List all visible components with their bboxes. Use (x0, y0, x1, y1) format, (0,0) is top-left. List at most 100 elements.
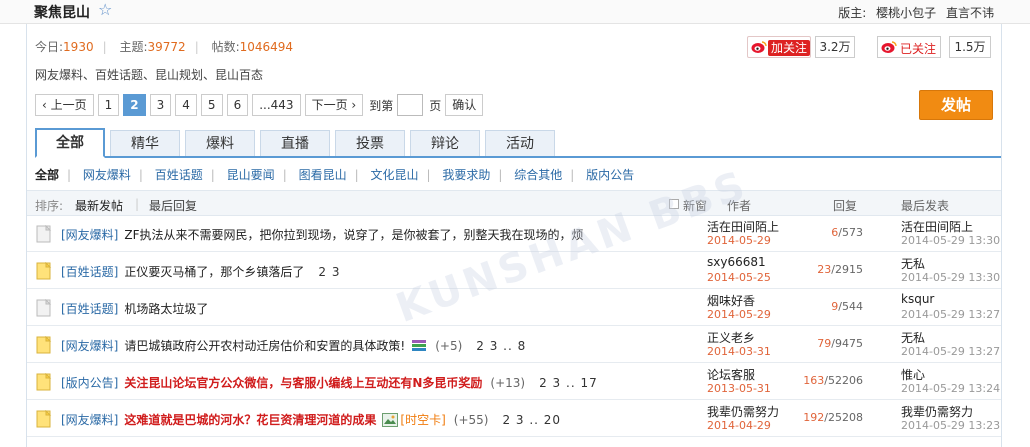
books-icon (411, 339, 427, 353)
prev-page-button[interactable]: ‹ 上一页 (35, 94, 94, 116)
thread-author[interactable]: 烟味好香 (707, 292, 755, 309)
tab-vote[interactable]: 投票 (335, 130, 405, 156)
last-poster[interactable]: ksqur (901, 292, 934, 306)
thread-row[interactable]: [百姓话题] 正仪要灭马桶了，那个乡镇落后了 2 3 sxy66681 2014-05-… (27, 253, 1001, 289)
filter-photos[interactable]: 图看昆山 (299, 168, 347, 182)
replies-column-header: 回复 (833, 199, 858, 213)
thread-row[interactable]: [网友爆料] ZF执法从来不需要网民，把你拉到现场，说穿了，是你被套了，别整天我在… (27, 216, 1001, 252)
last-post-time: 2014-05-29 13:30 (901, 271, 1001, 284)
view-count: 9475 (835, 337, 863, 350)
thread-title[interactable]: 机场路太垃圾了 (124, 302, 208, 316)
last-poster[interactable]: 无私 (901, 329, 925, 346)
forum-stats: 今日:1930 | 主题:39772 | 帖数:1046494 (35, 40, 294, 54)
filter-news[interactable]: 昆山要闻 (227, 168, 275, 182)
thread-author[interactable]: 正义老乡 (707, 329, 755, 346)
page-unit-label: 页 (429, 98, 442, 113)
thread-category[interactable]: [百姓话题] (61, 302, 118, 316)
filter-netizen-reports[interactable]: 网友爆料 (83, 168, 131, 182)
view-count: 544 (842, 300, 863, 313)
followed-label: 已关注 (900, 42, 937, 56)
last-post-time: 2014-05-29 13:27 (901, 345, 1001, 358)
next-page-button[interactable]: 下一页 › (304, 94, 364, 116)
thread-title[interactable]: 这难道就是巴城的河水？花巨资清理河道的成果 (124, 413, 376, 427)
thread-tabs: 全部 精华 爆料 直播 投票 辩论 活动 (35, 128, 1001, 158)
follow-button[interactable]: 加关注 (747, 36, 811, 58)
moderator-link[interactable]: 樱桃小包子 (876, 6, 936, 20)
page-link-4[interactable]: 4 (175, 94, 197, 116)
tab-featured[interactable]: 精华 (110, 130, 180, 156)
tab-all[interactable]: 全部 (35, 128, 105, 158)
last-poster[interactable]: 活在田间陌上 (901, 218, 973, 235)
star-icon[interactable]: ☆ (98, 0, 112, 19)
follow-count: 3.2万 (815, 36, 855, 58)
moderator-link[interactable]: 直言不讳 (946, 6, 994, 20)
thread-category[interactable]: [百姓话题] (61, 265, 118, 279)
thread-title[interactable]: 关注昆山论坛官方公众微信，与客服小编线上互动还有N多昆币奖励 (124, 376, 482, 390)
thread-row[interactable]: [百姓话题] 机场路太垃圾了 烟味好香 2014-05-29 9/544 ksqur 201… (27, 290, 1001, 326)
time-card-tag[interactable]: [时空卡] (400, 413, 445, 427)
page-link-last[interactable]: ...443 (252, 94, 301, 116)
thread-row[interactable]: [网友爆料] 这难道就是巴城的河水？花巨资清理河道的成果 [时空卡] (+55) 2 3… (27, 401, 1001, 437)
tab-activity[interactable]: 活动 (485, 130, 555, 156)
forum-body: 今日:1930 | 主题:39772 | 帖数:1046494 网友爆料、百姓话题、… (26, 24, 1002, 447)
thread-row[interactable]: [版内公告] 关注昆山论坛官方公众微信，与客服小编线上互动还有N多昆币奖励 (+13… (27, 364, 1001, 400)
last-post-time: 2014-05-29 13:24 (901, 382, 1001, 395)
thread-pages[interactable]: 2 3 .. 8 (476, 339, 526, 353)
thread-title-block: [百姓话题] 正仪要灭马桶了，那个乡镇落后了 2 3 (61, 263, 340, 280)
reply-view-count: 163/52206 (803, 374, 863, 387)
pagination: ‹ 上一页 1 2 3 4 5 6 ...443 下一页 › 到第 页 确认 (35, 94, 487, 116)
tab-debate[interactable]: 辩论 (410, 130, 480, 156)
thread-title-block: [版内公告] 关注昆山论坛官方公众微信，与客服小编线上互动还有N多昆币奖励 (+13… (61, 374, 598, 391)
sort-newest[interactable]: 最新发帖 (75, 197, 123, 214)
tab-live[interactable]: 直播 (260, 130, 330, 156)
filter-public-topics[interactable]: 百姓话题 (155, 168, 203, 182)
thread-category[interactable]: [网友爆料] (61, 339, 118, 353)
new-window-checkbox[interactable] (669, 199, 679, 209)
thread-author[interactable]: 活在田间陌上 (707, 218, 779, 235)
topics-label: 主题: (119, 40, 148, 54)
thread-pages[interactable]: 2 3 .. 17 (539, 376, 598, 390)
sort-bar: 排序: 最新发帖 | 最后回复 新窗 作者 回复 最后发表 (27, 190, 1001, 216)
thread-title[interactable]: 正仪要灭马桶了，那个乡镇落后了 (124, 265, 304, 279)
thread-author[interactable]: 论坛客服 (707, 366, 755, 383)
filter-help[interactable]: 我要求助 (442, 168, 490, 182)
filter-culture[interactable]: 文化昆山 (370, 168, 418, 182)
last-poster[interactable]: 惟心 (901, 366, 925, 383)
thread-pages[interactable]: 2 3 (318, 265, 340, 279)
page-number-input[interactable] (397, 94, 424, 116)
thread-title[interactable]: 请巴城镇政府公开农村动迁房估价和安置的具体政策! (124, 339, 405, 353)
thread-pages[interactable]: 2 3 .. 20 (502, 413, 561, 427)
filter-all[interactable]: 全部 (35, 168, 59, 182)
page-link-current[interactable]: 2 (123, 94, 146, 116)
thread-category[interactable]: [版内公告] (61, 376, 118, 390)
reply-view-count: 192/25208 (803, 411, 863, 424)
thread-author[interactable]: 我辈仍需努力 (707, 403, 779, 420)
sort-last-reply[interactable]: 最后回复 (149, 197, 197, 214)
filter-other[interactable]: 综合其他 (514, 168, 562, 182)
prev-page-label: 上一页 (50, 98, 87, 112)
last-poster[interactable]: 无私 (901, 255, 925, 272)
page-link-5[interactable]: 5 (200, 94, 223, 116)
thread-row[interactable]: [网友爆料] 请巴城镇政府公开农村动迁房估价和安置的具体政策! (+5) 2 3 ..… (27, 327, 1001, 363)
thread-icon (35, 224, 53, 243)
thread-title[interactable]: ZF执法从来不需要网民，把你拉到现场，说穿了，是你被套了，别整天我在现场的，烦 (124, 228, 583, 242)
thread-date: 2014-05-29 (707, 308, 771, 321)
last-poster[interactable]: 我辈仍需努力 (901, 403, 973, 420)
followed-button[interactable]: 已关注 (877, 36, 941, 58)
filter-announcements[interactable]: 版内公告 (586, 168, 634, 182)
tab-reports[interactable]: 爆料 (185, 130, 255, 156)
page-link-6[interactable]: 6 (226, 94, 249, 116)
thread-category[interactable]: [网友爆料] (61, 413, 118, 427)
new-post-button[interactable]: 发帖 (919, 90, 993, 120)
thread-category[interactable]: [网友爆料] (61, 228, 118, 242)
page-link-3[interactable]: 3 (149, 94, 172, 116)
posts-label: 帖数: (211, 40, 240, 54)
thread-author[interactable]: sxy66681 (707, 255, 766, 269)
moderator-info: 版主: 樱桃小包子 直言不讳 (838, 4, 994, 21)
confirm-page-button[interactable]: 确认 (445, 94, 484, 116)
thread-date: 2013-05-31 (707, 382, 771, 395)
thread-score: (+13) (490, 376, 526, 390)
reply-view-count: 23/2915 (817, 263, 863, 276)
today-count: 1930 (63, 40, 94, 54)
page-link-1[interactable]: 1 (97, 94, 120, 116)
